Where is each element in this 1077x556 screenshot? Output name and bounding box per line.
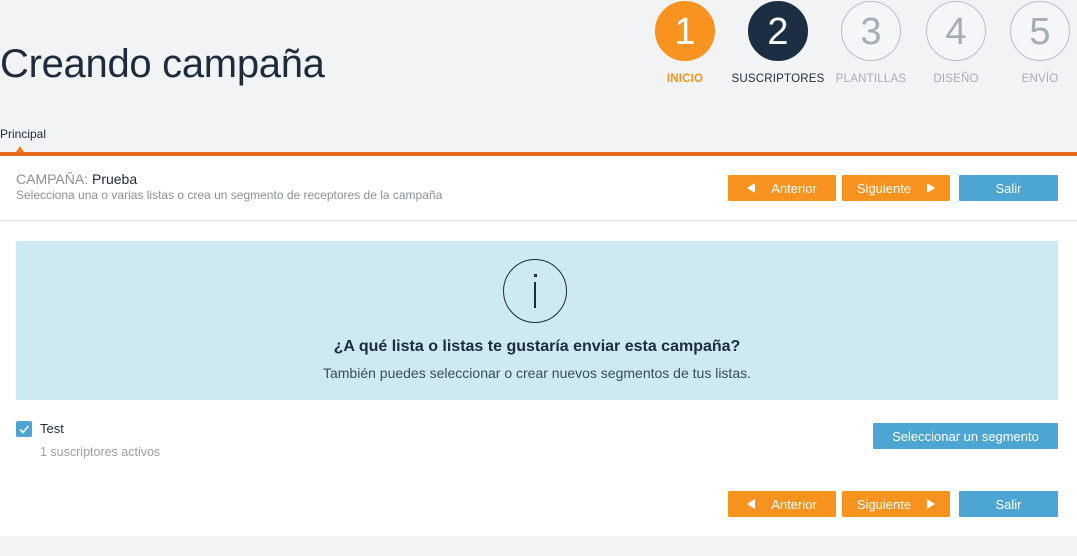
step-envio[interactable]: 5 ENVÍO — [985, 1, 1077, 85]
next-button[interactable]: Siguiente — [842, 175, 950, 201]
campaign-name: Prueba — [91, 171, 138, 187]
next-button-bottom[interactable]: Siguiente — [842, 491, 950, 517]
info-icon — [503, 259, 567, 323]
page-footer-strip — [0, 536, 1077, 556]
campaign-name-line: CAMPAÑA: Prueba — [16, 171, 137, 187]
campaign-key: CAMPAÑA: — [16, 171, 89, 187]
step-number: 2 — [748, 1, 808, 61]
step-label: ENVÍO — [1021, 73, 1059, 85]
info-title: ¿A qué lista o listas te gustaría enviar… — [333, 338, 741, 355]
previous-button[interactable]: Anterior — [728, 175, 836, 201]
exit-button[interactable]: Salir — [959, 175, 1058, 201]
exit-button-label: Salir — [995, 180, 1022, 196]
step-number: 1 — [655, 1, 715, 61]
previous-button-label: Anterior — [771, 496, 817, 512]
step-number: 4 — [926, 1, 986, 61]
arrow-right-icon — [927, 499, 936, 509]
info-subtitle: También puedes seleccionar o crear nuevo… — [322, 365, 751, 381]
list-checkbox[interactable] — [16, 421, 32, 437]
select-segment-label: Seleccionar un segmento — [892, 428, 1039, 444]
arrow-left-icon — [747, 183, 756, 193]
checkmark-icon — [19, 425, 30, 434]
step-number: 5 — [1010, 1, 1070, 61]
list-name[interactable]: Test — [40, 421, 64, 436]
arrow-left-icon — [747, 499, 756, 509]
exit-button-bottom[interactable]: Salir — [959, 491, 1058, 517]
select-segment-button[interactable]: Seleccionar un segmento — [873, 423, 1058, 449]
next-button-label: Siguiente — [856, 496, 912, 512]
wizard-steps: 1 INICIO 2 SUSCRIPTORES 3 PLANTILLAS 4 D… — [0, 0, 1077, 100]
campaign-header: CAMPAÑA: Prueba Selecciona una o varias … — [0, 156, 1077, 221]
exit-button-label: Salir — [995, 496, 1022, 512]
info-box: ¿A qué lista o listas te gustaría enviar… — [16, 241, 1058, 400]
main-panel: ¿A qué lista o listas te gustaría enviar… — [0, 222, 1077, 536]
previous-button-label: Anterior — [771, 180, 817, 196]
list-subscriber-count: 1 suscriptores activos — [40, 445, 161, 459]
previous-button-bottom[interactable]: Anterior — [728, 491, 836, 517]
arrow-right-icon — [927, 183, 936, 193]
step-number: 3 — [841, 1, 901, 61]
next-button-label: Siguiente — [856, 180, 912, 196]
tab-principal[interactable]: Principal — [0, 127, 46, 141]
campaign-description: Selecciona una o varias listas o crea un… — [16, 188, 443, 202]
